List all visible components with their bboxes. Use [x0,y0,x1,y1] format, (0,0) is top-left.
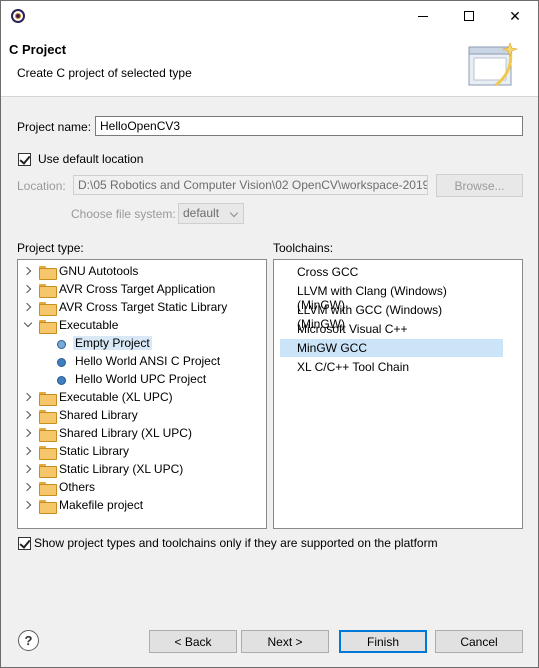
toolchain-item-msvc[interactable]: Microsoft Visual C++ [280,320,503,338]
chevron-right-icon[interactable] [22,428,32,438]
project-type-label: Project type: [17,241,84,255]
tree-item-gnu-autotools[interactable]: GNU Autotools [18,263,266,281]
file-system-value: default [183,206,220,220]
tree-item-label: Shared Library (XL UPC) [59,426,192,440]
next-button[interactable]: Next > [241,630,329,653]
chevron-down-icon[interactable] [23,318,33,328]
folder-icon [39,446,57,460]
tree-item-label: Hello World UPC Project [75,372,207,386]
use-default-location-checkbox[interactable] [18,153,31,166]
folder-icon [39,284,57,298]
toolchain-item-cross-gcc[interactable]: Cross GCC [280,263,503,281]
chevron-right-icon[interactable] [22,392,32,402]
project-template-icon [57,376,66,385]
folder-icon [39,482,57,496]
tree-item-static-library[interactable]: Static Library [18,443,266,461]
maximize-button[interactable] [446,1,492,31]
tree-item-label: Shared Library [59,408,138,422]
tree-item-label: Static Library [59,444,130,458]
folder-icon [39,302,57,316]
chevron-right-icon[interactable] [22,482,32,492]
folder-open-icon [39,320,57,334]
project-template-icon [57,340,66,349]
tree-item-label: Executable (XL UPC) [59,390,173,404]
toolchain-item-mingw-gcc[interactable]: MinGW GCC [280,339,503,357]
tree-item-avr-cross-target-application[interactable]: AVR Cross Target Application [18,281,266,299]
folder-icon [39,410,57,424]
chevron-right-icon[interactable] [22,500,32,510]
project-name-label: Project name: [17,120,92,134]
project-name-input[interactable]: HelloOpenCV3 [95,116,523,136]
location-label: Location: [17,179,66,193]
toolchain-item-llvm-gcc[interactable]: LLVM with GCC (Windows) (MinGW) [280,301,503,331]
folder-icon [39,500,57,514]
file-system-label: Choose file system: [71,207,176,221]
tree-item-label: Hello World ANSI C Project [75,354,221,368]
chevron-down-icon [229,208,239,218]
help-button[interactable]: ? [18,630,39,651]
tree-item-executable-xl-upc[interactable]: Executable (XL UPC) [18,389,266,407]
finish-button[interactable]: Finish [339,630,427,653]
cancel-button[interactable]: Cancel [435,630,523,653]
tree-item-label: Executable [59,318,119,332]
chevron-right-icon[interactable] [22,464,32,474]
tree-item-shared-library-xl-upc[interactable]: Shared Library (XL UPC) [18,425,266,443]
toolchains-label: Toolchains: [273,241,334,255]
c-project-dialog: ✕ C Project Create C project of selected… [0,0,539,668]
page-description: Create C project of selected type [17,66,192,80]
folder-icon [39,464,57,478]
folder-icon [39,392,57,406]
folder-icon [39,266,57,280]
chevron-right-icon[interactable] [22,446,32,456]
folder-icon [39,428,57,442]
tree-item-label: Others [59,480,96,494]
tree-item-others[interactable]: Others [18,479,266,497]
browse-button: Browse... [436,174,523,197]
file-system-select: default [178,203,244,224]
chevron-right-icon[interactable] [22,302,32,312]
tree-item-label: AVR Cross Target Application [59,282,216,296]
use-default-location-label: Use default location [38,152,144,166]
tree-item-empty-project[interactable]: Empty Project [18,335,266,353]
help-icon: ? [24,633,33,648]
close-icon: ✕ [509,7,521,24]
tree-item-label: Static Library (XL UPC) [59,462,184,476]
supported-only-label: Show project types and toolchains only i… [34,536,438,550]
eclipse-icon [11,9,25,23]
toolchains-list[interactable]: Cross GCC LLVM with Clang (Windows) (Min… [273,259,523,529]
wizard-banner-icon [468,42,518,87]
project-type-tree[interactable]: GNU Autotools AVR Cross Target Applicati… [17,259,267,529]
back-button[interactable]: < Back [149,630,237,653]
tree-item-executable[interactable]: Executable [18,317,266,335]
wizard-header: C Project Create C project of selected t… [1,31,538,97]
tree-item-label: Empty Project [73,336,152,350]
tree-item-shared-library[interactable]: Shared Library [18,407,266,425]
supported-only-checkbox[interactable] [18,537,31,550]
title-bar: ✕ [1,1,538,31]
tree-item-label: Makefile project [59,498,144,512]
tree-item-static-library-xl-upc[interactable]: Static Library (XL UPC) [18,461,266,479]
close-button[interactable]: ✕ [492,1,538,31]
minimize-icon [418,15,428,17]
toolchain-item-xl-c[interactable]: XL C/C++ Tool Chain [280,358,503,376]
tree-item-label: GNU Autotools [59,264,139,278]
page-title: C Project [9,42,67,57]
tree-item-avr-cross-target-static-library[interactable]: AVR Cross Target Static Library [18,299,266,317]
tree-item-label: AVR Cross Target Static Library [59,300,228,314]
tree-item-hello-world-upc[interactable]: Hello World UPC Project [18,371,266,389]
maximize-icon [464,11,474,21]
tree-item-hello-world-ansi-c[interactable]: Hello World ANSI C Project [18,353,266,371]
chevron-right-icon[interactable] [22,266,32,276]
project-template-icon [57,358,66,367]
location-input: D:\05 Robotics and Computer Vision\02 Op… [73,175,428,195]
toolchain-item-llvm-clang[interactable]: LLVM with Clang (Windows) (MinGW) [280,282,503,312]
chevron-right-icon[interactable] [22,284,32,294]
tree-item-makefile-project[interactable]: Makefile project [18,497,266,515]
chevron-right-icon[interactable] [22,410,32,420]
minimize-button[interactable] [400,1,446,31]
